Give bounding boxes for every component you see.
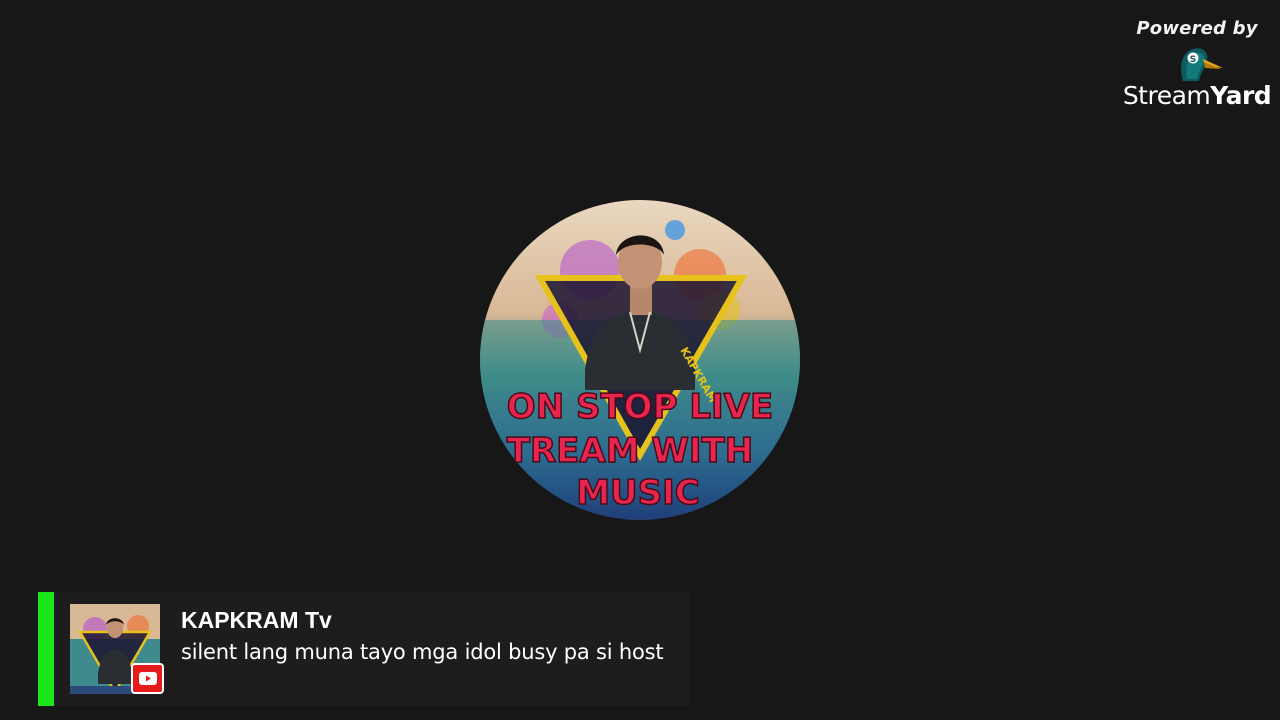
overlay-line-3: MUSIC — [576, 473, 700, 513]
channel-avatar-image: KAPKRAM ON STOP LIVE TREAM WITH MUSIC — [480, 200, 800, 520]
brand-part1: Stream — [1122, 81, 1211, 110]
comment-author: KAPKRAM Tv — [181, 607, 332, 633]
comment-accent-bar — [38, 592, 54, 706]
overlay-line-1: ON STOP LIVE — [507, 387, 773, 427]
streamyard-duck-icon: S — [1181, 48, 1223, 81]
svg-text:S: S — [1190, 55, 1196, 65]
overlay-line-2: TREAM WITH — [507, 431, 753, 471]
channel-avatar: KAPKRAM ON STOP LIVE TREAM WITH MUSIC — [480, 200, 800, 520]
comment-message: silent lang muna tayo mga idol busy pa s… — [181, 640, 664, 664]
featured-comment-banner: KAPKRAM Tv silent lang muna tayo mga ido… — [38, 592, 690, 706]
streamyard-watermark: Powered by S StreamYard — [1118, 18, 1276, 110]
streamyard-wordmark: StreamYard — [1118, 81, 1276, 110]
powered-by-label: Powered by — [1136, 18, 1258, 39]
youtube-icon — [131, 663, 164, 694]
brand-part2: Yard — [1210, 81, 1272, 110]
